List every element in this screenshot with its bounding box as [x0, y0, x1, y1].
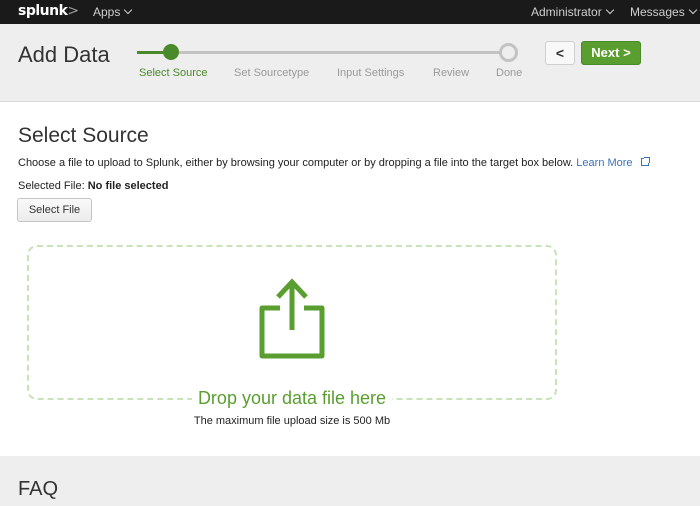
logo-chevron: >: [67, 3, 79, 19]
faq-section: FAQ: [0, 456, 700, 506]
description: Choose a file to upload to Splunk, eithe…: [18, 157, 650, 169]
apps-menu-label: Apps: [93, 5, 121, 19]
logo-text: splunk: [18, 3, 68, 19]
step-select-source: Select Source: [139, 67, 208, 79]
drop-zone-label: Drop your data file here: [0, 388, 584, 409]
external-link-icon[interactable]: [640, 157, 650, 166]
page-title: Add Data: [18, 42, 110, 67]
faq-title: FAQ: [18, 478, 59, 500]
step-set-sourcetype: Set Sourcetype: [234, 67, 310, 79]
section-title: Select Source: [18, 124, 149, 147]
select-file-button[interactable]: Select File: [17, 198, 92, 222]
max-size-note: The maximum file upload size is 500 Mb: [193, 415, 391, 427]
messages-menu[interactable]: Messages: [630, 5, 697, 19]
step-review: Review: [433, 67, 470, 79]
step-input-settings: Input Settings: [337, 67, 405, 79]
user-menu-label: Administrator: [531, 5, 602, 19]
top-navigation-bar: splunk> Apps Administrator Messages: [0, 0, 700, 24]
stepper-track: [137, 51, 509, 54]
description-text: Choose a file to upload to Splunk, eithe…: [18, 157, 574, 169]
step-indicator-done: [499, 43, 518, 62]
selected-file-value: No file selected: [87, 180, 169, 192]
back-button[interactable]: <: [545, 41, 575, 65]
chevron-down-icon: [124, 5, 133, 15]
chevron-down-icon: [605, 5, 614, 15]
apps-menu[interactable]: Apps: [93, 5, 133, 19]
step-done: Done: [496, 67, 523, 79]
step-indicator-active: [163, 44, 179, 60]
selected-file-label: Selected File:: [18, 180, 85, 192]
drop-zone-text: Drop your data file here: [191, 388, 393, 408]
page-header: Add Data Select Source Set Sourcetype In…: [0, 24, 700, 102]
user-menu[interactable]: Administrator: [531, 5, 614, 19]
learn-more-link[interactable]: Learn More: [576, 157, 632, 169]
messages-menu-label: Messages: [630, 5, 685, 19]
splunk-logo[interactable]: splunk>: [18, 3, 79, 19]
selected-file-status: Selected File: No file selected: [18, 180, 168, 192]
upload-icon: [259, 278, 325, 359]
chevron-down-icon: [688, 5, 697, 15]
next-button[interactable]: Next >: [581, 41, 641, 65]
